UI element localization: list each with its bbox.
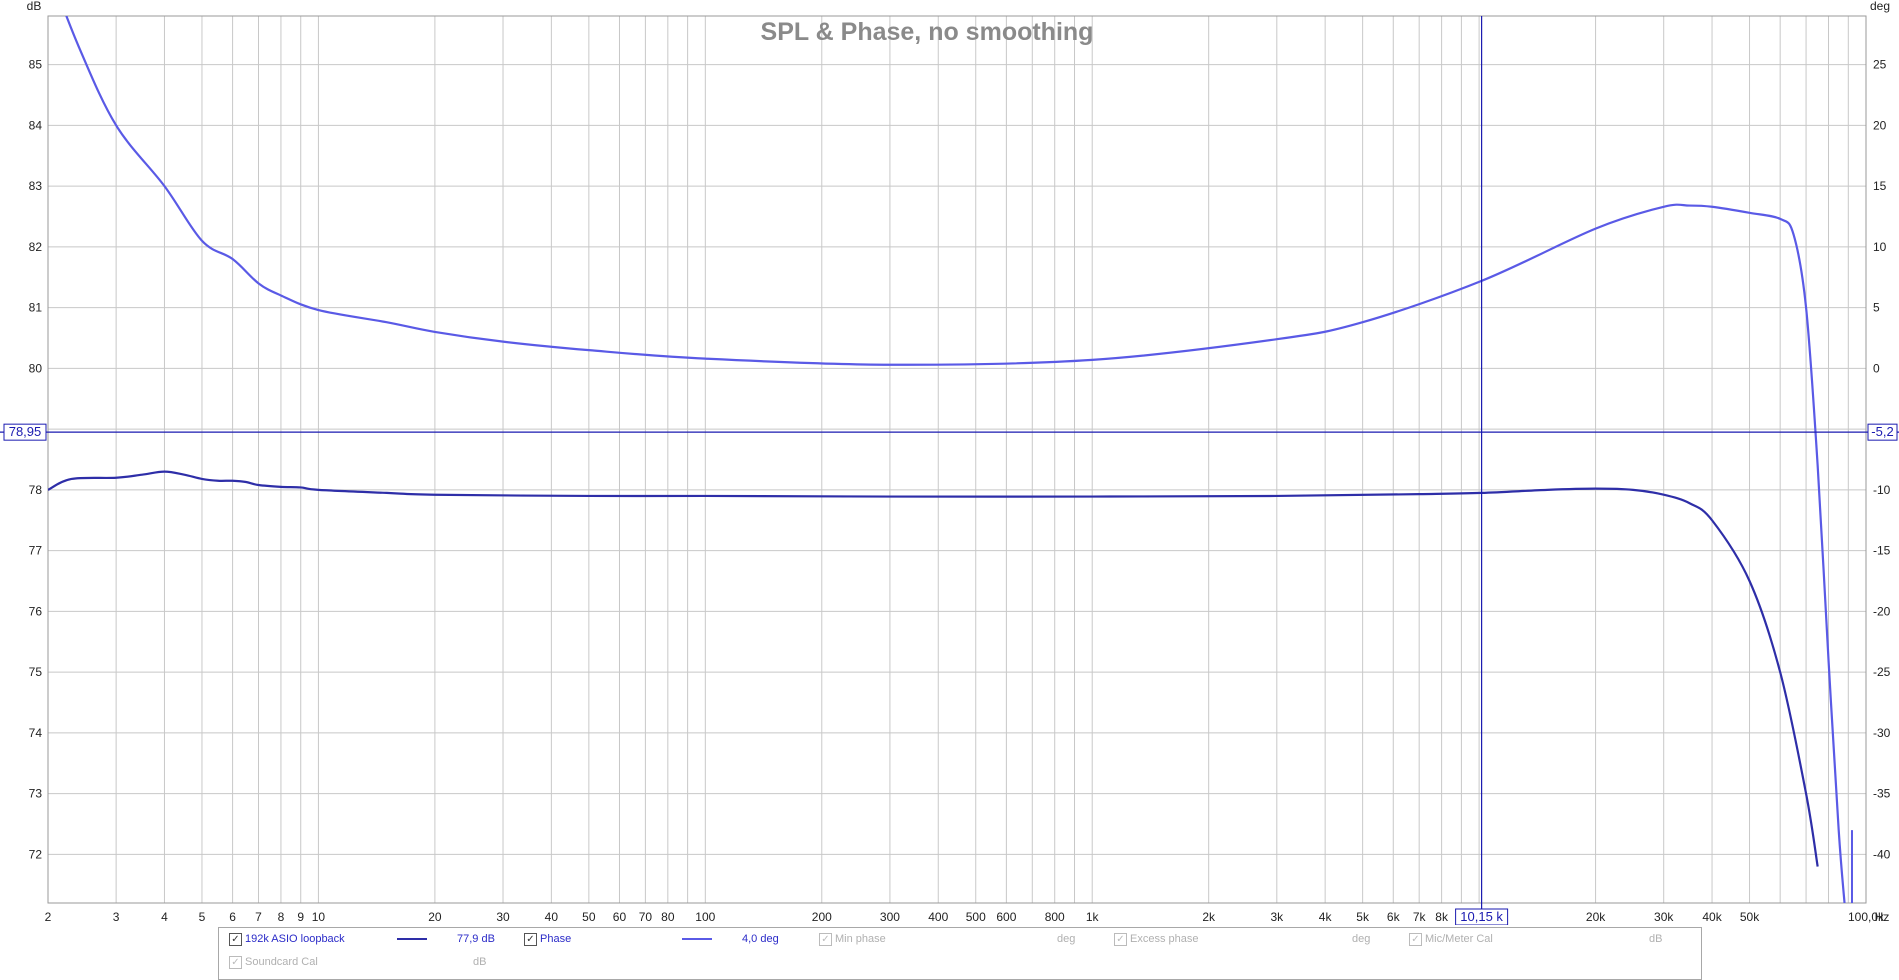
x-tick-label: 100 bbox=[695, 910, 715, 924]
x-tick-label: 8 bbox=[278, 910, 285, 924]
y-tick-label: 82 bbox=[29, 240, 43, 254]
x-tick-label: 30 bbox=[496, 910, 510, 924]
legend-label-loopback: 192k ASIO loopback bbox=[245, 933, 345, 945]
x-tick-label: 3 bbox=[113, 910, 120, 924]
y2-tick-label: -40 bbox=[1873, 847, 1891, 861]
x-tick-label: 100,0k bbox=[1848, 910, 1885, 924]
y2-tick-label: 15 bbox=[1873, 179, 1887, 193]
x-tick-label: 5 bbox=[199, 910, 206, 924]
y2-tick-label: -25 bbox=[1873, 665, 1891, 679]
y2-tick-label: -10 bbox=[1873, 483, 1891, 497]
y2-tick-label: -30 bbox=[1873, 726, 1891, 740]
x-tick-label: 3k bbox=[1270, 910, 1284, 924]
chart-title: SPL & Phase, no smoothing bbox=[761, 18, 1094, 46]
legend-value-loopback: 77,9 dB bbox=[457, 933, 495, 945]
x-tick-label: 4 bbox=[161, 910, 168, 924]
legend-label-soundcard-cal: Soundcard Cal bbox=[245, 956, 318, 968]
y2-tick-label: -15 bbox=[1873, 544, 1891, 558]
x-tick-label: 500 bbox=[966, 910, 986, 924]
y-tick-label: 84 bbox=[29, 118, 43, 132]
legend-value-phase: 4,0 deg bbox=[742, 933, 779, 945]
y2-tick-label: 25 bbox=[1873, 58, 1887, 72]
y2-axis-unit-label: deg bbox=[1870, 0, 1890, 13]
min-phase-checkbox[interactable]: ✓ bbox=[819, 933, 832, 946]
y2-tick-label: 10 bbox=[1873, 240, 1887, 254]
legend-item-loopback[interactable]: ✓ 192k ASIO loopback 77,9 dB bbox=[229, 930, 529, 948]
x-tick-label: 8k bbox=[1435, 910, 1449, 924]
x-tick-label: 30k bbox=[1654, 910, 1674, 924]
legend-item-min-phase[interactable]: ✓ Min phase deg bbox=[819, 930, 1079, 948]
x-tick-label: 20 bbox=[428, 910, 442, 924]
x-tick-label: 9 bbox=[297, 910, 304, 924]
x-tick-label: 1k bbox=[1086, 910, 1100, 924]
x-tick-label: 10 bbox=[312, 910, 326, 924]
x-tick-label: 50 bbox=[582, 910, 596, 924]
legend-label-mic-cal: Mic/Meter Cal bbox=[1425, 933, 1493, 945]
y-tick-label: 77 bbox=[29, 544, 43, 558]
y2-tick-label: 5 bbox=[1873, 301, 1880, 315]
y2-tick-label: 20 bbox=[1873, 118, 1887, 132]
y-tick-label: 85 bbox=[29, 58, 43, 72]
y2-tick-label: 0 bbox=[1873, 361, 1880, 375]
mic-cal-checkbox[interactable]: ✓ bbox=[1409, 933, 1422, 946]
x-tick-label: 40 bbox=[545, 910, 559, 924]
plot-area bbox=[48, 16, 1866, 903]
legend-panel: ✓ 192k ASIO loopback 77,9 dB ✓ Phase 4,0… bbox=[218, 927, 1702, 980]
phase-checkbox[interactable]: ✓ bbox=[524, 933, 537, 946]
legend-value-mic-cal: dB bbox=[1649, 933, 1663, 945]
phase-line-swatch bbox=[682, 938, 712, 940]
x-tick-label: 2k bbox=[1202, 910, 1216, 924]
y-tick-label: 72 bbox=[29, 847, 43, 861]
x-tick-label: 4k bbox=[1319, 910, 1333, 924]
cursor-y-readout: 78,95 bbox=[9, 424, 42, 439]
x-tick-label: 20k bbox=[1586, 910, 1606, 924]
legend-item-excess-phase[interactable]: ✓ Excess phase deg bbox=[1114, 930, 1374, 948]
legend-label-excess-phase: Excess phase bbox=[1130, 933, 1199, 945]
legend-value-min-phase: deg bbox=[1057, 933, 1076, 945]
x-tick-label: 200 bbox=[812, 910, 832, 924]
legend-label-min-phase: Min phase bbox=[835, 933, 886, 945]
legend-item-phase[interactable]: ✓ Phase 4,0 deg bbox=[524, 930, 784, 948]
x-tick-label: 40k bbox=[1702, 910, 1722, 924]
y-tick-label: 73 bbox=[29, 787, 43, 801]
x-tick-label: 60 bbox=[613, 910, 627, 924]
spl-phase-chart[interactable]: SPL & Phase, no smoothingdB degHz72737475… bbox=[0, 0, 1899, 925]
y-tick-label: 76 bbox=[29, 604, 43, 618]
soundcard-cal-checkbox[interactable]: ✓ bbox=[229, 956, 242, 969]
x-tick-label: 70 bbox=[639, 910, 653, 924]
x-tick-label: 800 bbox=[1045, 910, 1065, 924]
loopback-checkbox[interactable]: ✓ bbox=[229, 933, 242, 946]
x-tick-label: 2 bbox=[45, 910, 52, 924]
y-tick-label: 78 bbox=[29, 483, 43, 497]
x-tick-label: 300 bbox=[880, 910, 900, 924]
y-tick-label: 80 bbox=[29, 361, 43, 375]
y-tick-label: 81 bbox=[29, 301, 43, 315]
legend-label-phase: Phase bbox=[540, 933, 572, 945]
x-tick-label: 6k bbox=[1387, 910, 1401, 924]
legend-value-soundcard-cal: dB bbox=[473, 956, 487, 968]
x-tick-label: 5k bbox=[1356, 910, 1370, 924]
cursor-x-readout: 10,15 k bbox=[1460, 909, 1503, 924]
y2-tick-label: -20 bbox=[1873, 604, 1891, 618]
x-tick-label: 50k bbox=[1740, 910, 1760, 924]
x-tick-label: 6 bbox=[229, 910, 236, 924]
y-tick-label: 83 bbox=[29, 179, 43, 193]
x-tick-label: 80 bbox=[661, 910, 675, 924]
cursor-y2-readout: -5,2 bbox=[1871, 424, 1893, 439]
y2-tick-label: -35 bbox=[1873, 787, 1891, 801]
legend-value-excess-phase: deg bbox=[1352, 933, 1371, 945]
x-tick-label: 600 bbox=[996, 910, 1016, 924]
x-tick-label: 7k bbox=[1413, 910, 1427, 924]
y-tick-label: 74 bbox=[29, 726, 43, 740]
legend-item-mic-cal[interactable]: ✓ Mic/Meter Cal dB bbox=[1409, 930, 1669, 948]
x-tick-label: 400 bbox=[928, 910, 948, 924]
x-tick-label: 7 bbox=[255, 910, 262, 924]
legend-item-soundcard-cal[interactable]: ✓ Soundcard Cal dB bbox=[229, 953, 529, 971]
y-axis-unit-label: dB bbox=[27, 0, 42, 13]
excess-phase-checkbox[interactable]: ✓ bbox=[1114, 933, 1127, 946]
loopback-line-swatch bbox=[397, 938, 427, 940]
y-tick-label: 75 bbox=[29, 665, 43, 679]
